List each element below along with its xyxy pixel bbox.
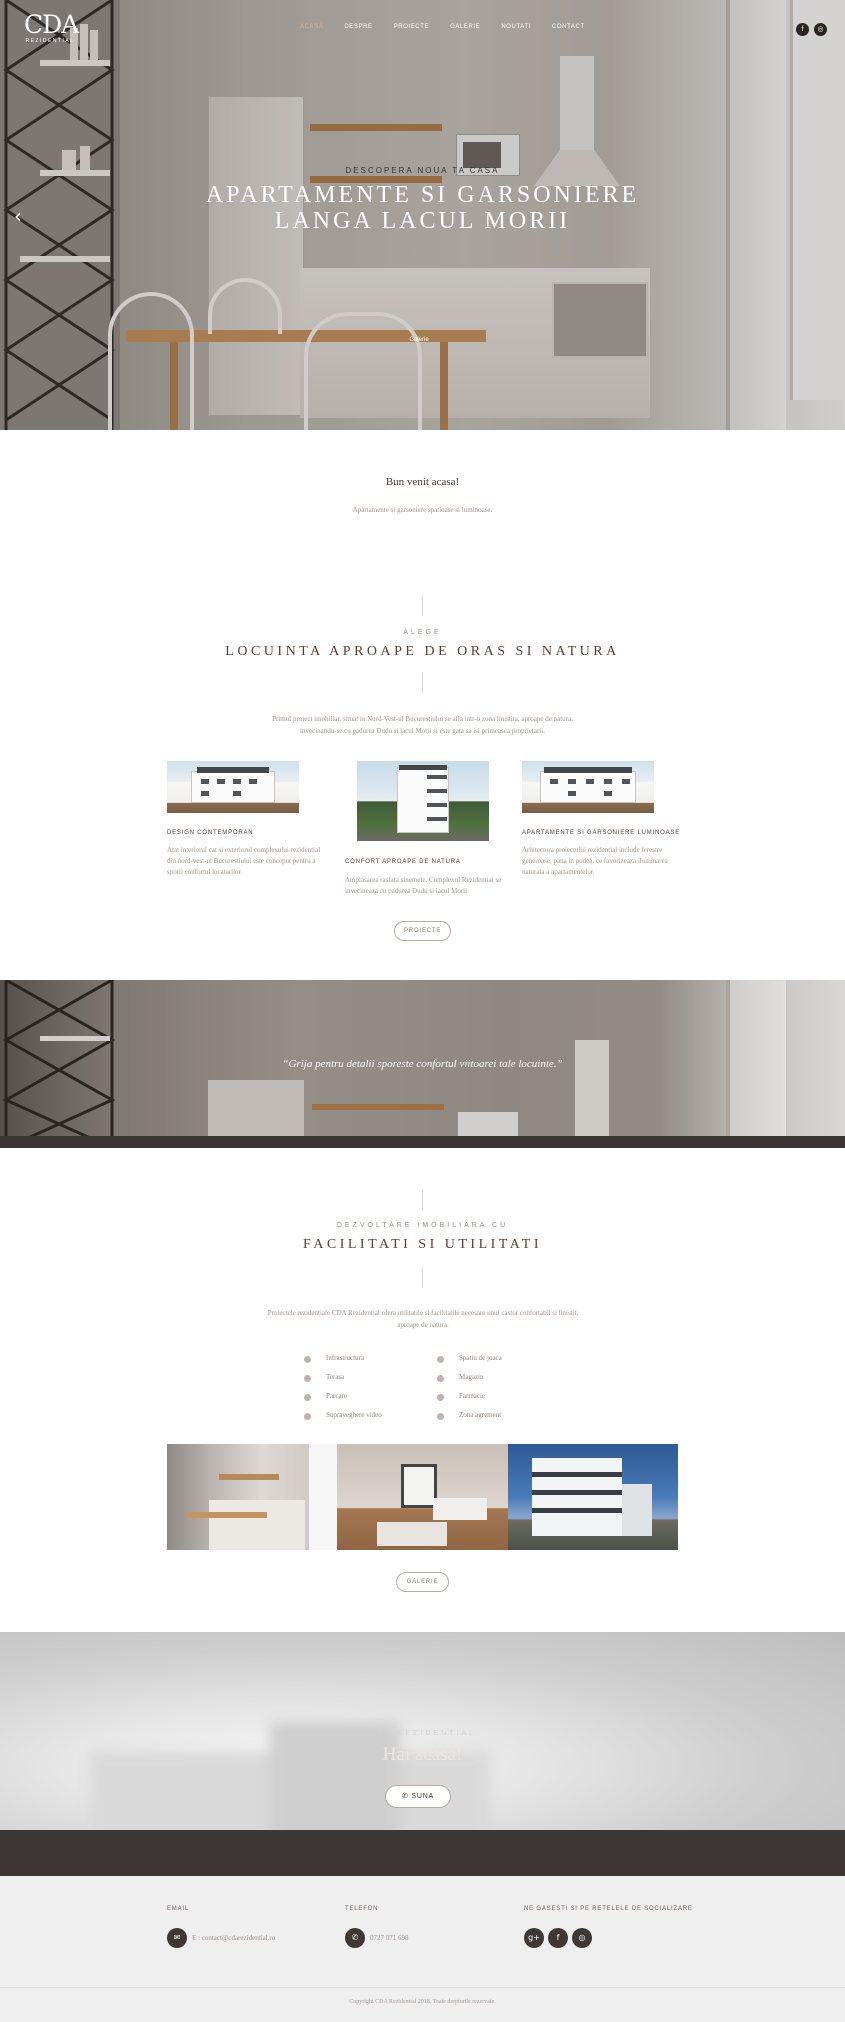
hero-title-line2: LANGA LACUL MORII xyxy=(274,208,571,234)
hero-kicker: DESCOPERA NOUA TA CASA xyxy=(345,166,500,175)
facility-item: Parcare xyxy=(326,1392,347,1400)
divider-line xyxy=(422,673,423,693)
main-nav: ACASA DESPRE PROIECTE GALERIE NOUTATI CO… xyxy=(300,24,606,36)
feature-text-line: sporii confortul locatarilor. xyxy=(167,868,243,876)
section-title: FACILITATI SI UTILITATI xyxy=(303,1237,542,1252)
section-description: Primul proiect imobiliar, situat in Nord… xyxy=(260,713,585,737)
logo-subtitle: REZIDENTIAL xyxy=(25,38,75,44)
nav-item-despre[interactable]: DESPRE xyxy=(344,24,372,36)
facility-item: Farmacie xyxy=(459,1392,486,1400)
feature-text: Arhitectura proiectului rezidential incl… xyxy=(522,845,672,878)
hero-title: APARTAMENTE SI GARSONIERE LANGA LACUL MO… xyxy=(0,182,845,234)
phone-icon: ✆ xyxy=(401,1793,409,1800)
hero-gallery-button[interactable]: Galerie xyxy=(396,333,442,348)
phone-value[interactable]: 0727 071 698 xyxy=(370,1934,409,1942)
phone-label: TELEFON xyxy=(345,1906,379,1912)
section-title: LOCUINTA APROAPE DE ORAS SI NATURA xyxy=(225,644,620,659)
pharmacy-icon xyxy=(437,1394,444,1401)
cta-kicker: CDA REZIDENTIAL xyxy=(369,1730,476,1737)
feature-text: Atat interiorul cat si exteriorul comple… xyxy=(167,845,327,878)
quote-text: “Grija pentru detalii sporeste confortul… xyxy=(282,1058,563,1070)
playground-icon xyxy=(437,1356,444,1363)
email-value[interactable]: E : contact@cdarezidential.ro xyxy=(192,1934,275,1942)
cta-title: Hai acasa! xyxy=(382,1744,463,1765)
section-kicker: ALEGE xyxy=(403,629,442,636)
gallery-image-living[interactable] xyxy=(337,1444,508,1550)
section-description: Proiectele rezidentiale CDA Rezidential … xyxy=(258,1307,588,1331)
facility-item: Infrastructura xyxy=(326,1354,365,1362)
projects-button[interactable]: PROIECTE xyxy=(394,921,451,941)
feature-text-line: Amplasarea rasfata sinemele. Complexul R… xyxy=(345,876,502,884)
band-bottom-strip xyxy=(0,1830,845,1876)
description-line: Primul proiect imobiliar, situat in Nord… xyxy=(272,715,573,723)
feature-text-line: Atat interiorul cat si exteriorul comple… xyxy=(167,846,321,854)
email-label: EMAIL xyxy=(167,1906,190,1912)
nav-item-acasa[interactable]: ACASA xyxy=(300,24,323,36)
feature-card: APARTAMENTE SI GARSONIERE LUMINOASE Arhi… xyxy=(522,761,679,891)
description-line: aproape de natura. xyxy=(397,1321,449,1329)
gallery-button[interactable]: GALERIE xyxy=(396,1572,449,1592)
feature-text-line: generoase, pana in podea, ce favorizeaza… xyxy=(522,857,668,865)
feature-text-line: din nord-vest-ul Bucurestiului este conc… xyxy=(167,857,316,865)
facility-item: Supraveghere video xyxy=(326,1411,382,1419)
facility-item: Magazin xyxy=(459,1373,484,1381)
hero-title-line1: APARTAMENTE SI GARSONIERE xyxy=(205,182,640,208)
shop-icon xyxy=(437,1375,444,1382)
facebook-icon[interactable]: f xyxy=(548,1928,568,1948)
logo[interactable]: CDA REZIDENTIAL xyxy=(24,10,79,45)
parking-icon xyxy=(304,1394,311,1401)
phone-icon: ✆ xyxy=(345,1928,365,1948)
envelope-icon: ✉ xyxy=(167,1928,187,1948)
infrastructure-icon xyxy=(304,1356,311,1363)
welcome-title: Bun venit acasa! xyxy=(385,476,460,488)
footer-divider xyxy=(0,1987,845,1988)
google-plus-icon[interactable]: g+ xyxy=(524,1928,544,1948)
nav-item-noutati[interactable]: NOUTATI xyxy=(501,24,531,36)
camera-icon xyxy=(304,1413,311,1420)
building-image xyxy=(357,761,489,841)
instagram-icon[interactable]: ◎ xyxy=(572,1928,592,1948)
divider-line xyxy=(422,596,423,616)
copyright: Copyright CDA Rezidential 2018. Toate dr… xyxy=(349,1999,496,2005)
gallery-image-kitchen[interactable] xyxy=(167,1444,337,1550)
social-label: NE GASESTI SI PE RETELELE DE SOCIALIZARE xyxy=(524,1906,693,1912)
building-image xyxy=(522,761,654,813)
feature-title: APARTAMENTE SI GARSONIERE LUMINOASE xyxy=(522,830,681,836)
gallery-image-exterior[interactable] xyxy=(508,1444,678,1550)
call-button-label: SUNA xyxy=(411,1793,435,1800)
feature-text: Amplasarea rasfata sinemele. Complexul R… xyxy=(345,875,515,897)
section-kicker: DEZVOLTARE IMOBILIARA CU xyxy=(336,1222,509,1229)
feature-text-line: Arhitectura proiectului rezidential incl… xyxy=(522,846,663,854)
nav-item-contact[interactable]: CONTACT xyxy=(552,24,585,36)
call-button[interactable]: ✆ SUNA xyxy=(385,1785,451,1808)
divider-line xyxy=(422,1268,423,1288)
nav-item-galerie[interactable]: GALERIE xyxy=(450,24,480,36)
facebook-icon[interactable]: f xyxy=(796,23,809,36)
description-line: Proiectele rezidentiale CDA Rezidential … xyxy=(267,1309,579,1317)
description-line: invecinandu-se cu padurea Dudu si lacul … xyxy=(300,727,545,735)
facility-item: Terasa xyxy=(326,1373,345,1381)
welcome-subtitle: Apartamente si garsoniere spatioase si l… xyxy=(352,506,493,514)
nav-item-proiecte[interactable]: PROIECTE xyxy=(394,24,429,36)
instagram-icon[interactable]: ◎ xyxy=(814,23,827,36)
leisure-icon xyxy=(437,1413,444,1420)
feature-title: DESIGN CONTEMPORAN xyxy=(167,830,254,836)
logo-mark: CDA xyxy=(24,10,79,39)
feature-card: DESIGN CONTEMPORAN Atat interiorul cat s… xyxy=(167,761,320,891)
building-image xyxy=(167,761,299,813)
band-bottom-strip xyxy=(0,1136,845,1148)
feature-card: CONFORT APROAPE DE NATURA Amplasarea ras… xyxy=(345,761,505,911)
terrace-icon xyxy=(304,1375,311,1382)
divider-line xyxy=(422,1190,423,1210)
chevron-left-icon[interactable]: ‹ xyxy=(14,204,22,228)
feature-text-line: invecineaza cu padurea Dudu si lacul Mor… xyxy=(345,887,468,895)
facility-item: Spatiu de joaca xyxy=(459,1354,502,1362)
facility-item: Zona agrement xyxy=(459,1411,502,1419)
feature-title: CONFORT APROAPE DE NATURA xyxy=(345,859,461,865)
feature-text-line: naturala a apartamentelor. xyxy=(522,868,595,876)
